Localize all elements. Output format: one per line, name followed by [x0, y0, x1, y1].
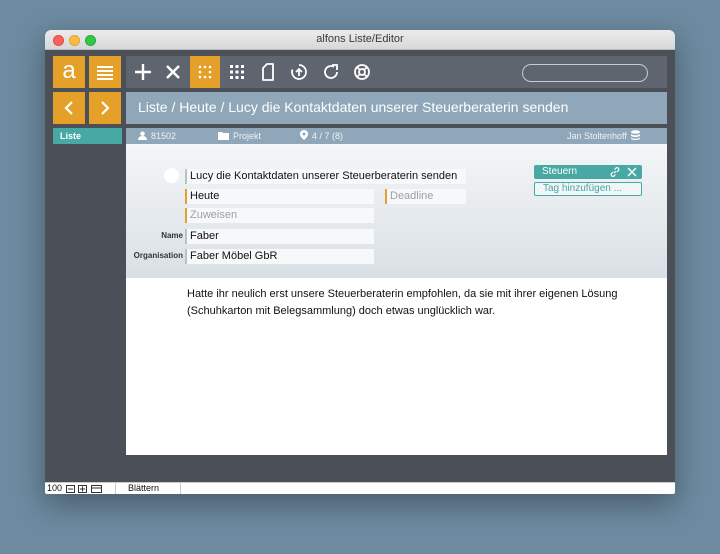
help-button[interactable] — [347, 56, 377, 88]
tag-steuern[interactable]: Steuern — [534, 165, 642, 179]
browse-mode[interactable]: Blättern — [115, 483, 181, 494]
chevron-right-icon — [101, 101, 110, 115]
window-title: alfons Liste/Editor — [316, 33, 404, 45]
organisation-field[interactable]: Faber Möbel GbR — [185, 249, 374, 264]
plus-icon — [135, 64, 151, 80]
form-area: Lucy die Kontaktdaten unserer Steuerbera… — [126, 144, 667, 278]
zoom-level: 100 — [47, 483, 63, 493]
menu-button[interactable] — [89, 56, 121, 88]
status-bar: 100 Blättern — [45, 482, 675, 494]
title-field[interactable]: Lucy die Kontaktdaten unserer Steuerbera… — [185, 169, 466, 184]
document-button[interactable] — [253, 56, 283, 88]
search-input[interactable] — [522, 64, 648, 82]
name-label: Name — [161, 231, 183, 240]
dots-grid-large-icon — [230, 65, 244, 79]
project-link[interactable]: Projekt — [218, 128, 261, 144]
folder-icon — [218, 132, 229, 140]
add-button[interactable] — [128, 56, 158, 88]
zoom-out-icon[interactable] — [66, 485, 75, 493]
notes-editor[interactable]: Hatte ihr neulich erst unsere Steuerbera… — [126, 278, 667, 455]
layout-toggle-icon[interactable] — [91, 485, 102, 493]
name-field[interactable]: Faber — [185, 229, 374, 244]
list-view-button[interactable] — [190, 56, 220, 88]
forward-button[interactable] — [284, 56, 314, 88]
user-name: Jan Stoltenhoff — [567, 128, 640, 144]
notes-text: Hatte ihr neulich erst unsere Steuerbera… — [187, 288, 618, 317]
complete-checkbox[interactable] — [164, 168, 179, 183]
date-field[interactable]: Heute — [185, 189, 374, 204]
app-window: alfons Liste/Editor a Liste / Heute / Lu… — [45, 30, 675, 494]
toolbar — [126, 56, 667, 88]
info-bar: 81502 Projekt 4 / 7 (8) Jan Stoltenhoff — [126, 128, 667, 144]
document-icon — [262, 63, 274, 81]
deadline-field[interactable]: Deadline — [385, 189, 466, 204]
lifebuoy-icon — [354, 64, 370, 80]
close-icon[interactable] — [627, 167, 637, 177]
tag-label: Steuern — [542, 166, 578, 177]
back-button[interactable] — [53, 92, 85, 124]
delete-button[interactable] — [158, 56, 188, 88]
refresh-button[interactable] — [316, 56, 346, 88]
app-logo-button[interactable]: a — [53, 56, 85, 88]
record-id: 81502 — [138, 128, 176, 144]
redo-circle-icon — [291, 64, 307, 80]
sidebar-item-liste[interactable]: Liste — [53, 128, 122, 144]
grid-view-button[interactable] — [222, 56, 252, 88]
link-icon[interactable] — [610, 167, 620, 177]
zoom-in-icon[interactable] — [78, 485, 87, 493]
person-icon — [138, 131, 147, 140]
database-icon — [630, 130, 640, 140]
dots-grid-small-icon — [198, 65, 212, 79]
sidebar-item-label: Liste — [60, 131, 82, 141]
forward-nav-button[interactable] — [89, 92, 121, 124]
logo-letter: a — [62, 57, 76, 84]
organisation-label: Organisation — [133, 251, 183, 260]
assign-field[interactable]: Zuweisen — [185, 208, 374, 223]
record-position: 4 / 7 (8) — [300, 128, 343, 144]
close-icon — [166, 65, 180, 79]
location-pin-icon — [300, 130, 308, 140]
title-bar: alfons Liste/Editor — [45, 30, 675, 50]
refresh-icon — [324, 64, 338, 79]
breadcrumb: Liste / Heute / Lucy die Kontaktdaten un… — [126, 92, 667, 124]
add-tag-button[interactable]: Tag hinzufügen ... — [534, 182, 642, 196]
chevron-left-icon — [64, 101, 73, 115]
